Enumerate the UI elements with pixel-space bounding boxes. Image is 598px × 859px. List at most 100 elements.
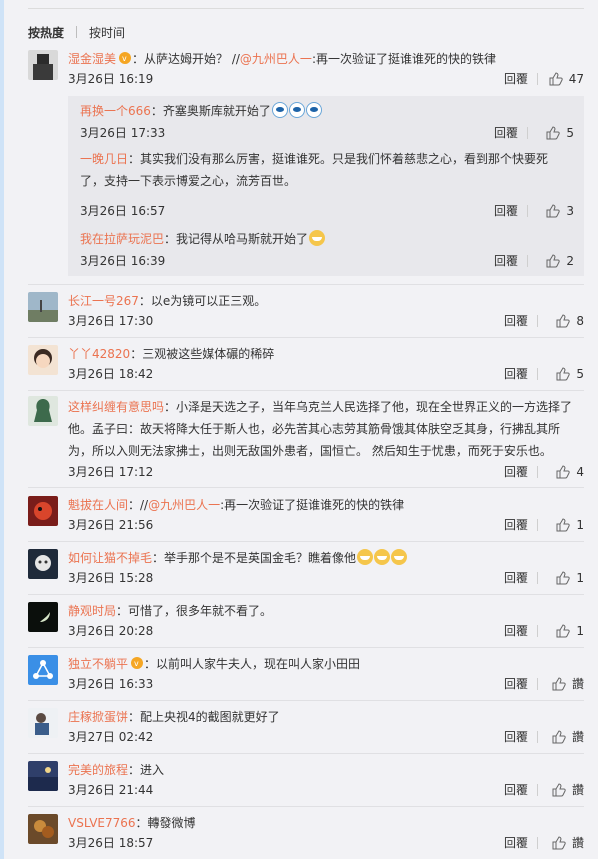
reply-button[interactable]: 回覆 (494, 124, 518, 142)
like-count: 1 (576, 571, 584, 585)
avatar[interactable] (28, 345, 58, 375)
avatar[interactable] (28, 708, 58, 738)
username[interactable]: 静观时局 (68, 604, 116, 618)
emoji-icon (305, 102, 322, 118)
username[interactable]: 一晚几日 (80, 152, 128, 166)
comment-item: 完美的旅程：进入 3月26日 21:44 回覆 讚 (28, 761, 584, 805)
like-button[interactable]: 5 (546, 124, 574, 142)
username[interactable]: 长江一号267 (68, 294, 139, 308)
like-button[interactable]: 1 (556, 569, 584, 587)
avatar[interactable] (28, 549, 58, 579)
comment-body: ：从萨达姆开始？ // (132, 52, 240, 66)
username[interactable]: 我在拉萨玩泥巴 (80, 232, 164, 246)
meta-divider (537, 73, 538, 85)
like-button[interactable]: 3 (546, 202, 574, 220)
comment-body: ：举手那个是不是英国金毛？瞧着像他 (152, 551, 357, 565)
username[interactable]: 庄稼掀蛋饼 (68, 710, 128, 724)
sort-by-time-tab[interactable]: 按时间 (89, 24, 125, 41)
reply-button[interactable]: 回覆 (504, 675, 528, 693)
avatar[interactable] (28, 655, 58, 685)
avatar[interactable] (28, 292, 58, 322)
like-button[interactable]: 讚 (552, 781, 584, 799)
like-button[interactable]: 47 (549, 70, 584, 88)
username[interactable]: 再换一个666 (80, 104, 151, 118)
comment-meta: 3月26日 18:42 回覆 5 (68, 365, 584, 383)
meta-divider (537, 466, 538, 478)
reply-button[interactable]: 回覆 (494, 202, 518, 220)
like-button[interactable]: 8 (556, 312, 584, 330)
username[interactable]: 魁拔在人间 (68, 498, 128, 512)
username[interactable]: VSLVE7766 (68, 816, 136, 830)
comment-text: 庄稼掀蛋饼：配上央视4的截图就更好了 (68, 708, 584, 726)
reply-item: 再换一个666：齐塞奥斯库就开始了 3月26日 17:33 回覆 5 (80, 102, 574, 142)
reply-button[interactable]: 回覆 (504, 834, 528, 852)
like-button[interactable]: 讚 (552, 834, 584, 852)
comment-meta: 3月26日 21:44 回覆 讚 (68, 781, 584, 799)
like-button[interactable]: 1 (556, 516, 584, 534)
reply-button[interactable]: 回覆 (504, 70, 528, 88)
timestamp: 3月26日 18:57 (68, 836, 154, 850)
reply-button[interactable]: 回覆 (494, 252, 518, 270)
avatar[interactable] (28, 814, 58, 844)
avatar[interactable] (28, 496, 58, 526)
avatar[interactable] (28, 761, 58, 791)
reply-text: 我在拉萨玩泥巴：我记得从哈马斯就开始了 (80, 230, 574, 248)
laugh-emoji-icon (357, 549, 374, 565)
timestamp: 3月26日 16:57 (80, 204, 166, 218)
reply-button[interactable]: 回覆 (504, 463, 528, 481)
username[interactable]: 丫丫42820 (68, 347, 130, 361)
reply-meta: 3月26日 16:39 回覆 2 (80, 252, 574, 270)
comment-item: 这样纠缠有意思吗：小泽是天选之子，当年乌克兰人民选择了他，现在全世界正义的一方选… (28, 396, 584, 484)
like-button[interactable]: 2 (546, 252, 574, 270)
avatar[interactable] (28, 602, 58, 632)
like-button[interactable]: 1 (556, 622, 584, 640)
sort-by-hot-tab[interactable]: 按热度 (28, 24, 64, 41)
comment-body: ：进入 (128, 763, 165, 777)
comment-item: 静观时局：可惜了，很多年就不看了。 3月26日 20:28 回覆 1 (28, 602, 584, 646)
comment-item: 庄稼掀蛋饼：配上央视4的截图就更好了 3月27日 02:42 回覆 讚 (28, 708, 584, 752)
like-button[interactable]: 5 (556, 365, 584, 383)
like-label: 讚 (571, 677, 584, 691)
reply-button[interactable]: 回覆 (504, 365, 528, 383)
comment-item: 独立不躺平 v ：以前叫人家牛夫人，现在叫人家小田田 3月26日 16:33 回覆 … (28, 655, 584, 699)
comment-meta: 3月26日 17:30 回覆 8 (68, 312, 584, 330)
like-button[interactable]: 讚 (552, 675, 584, 693)
thumbs-up-icon (552, 783, 566, 797)
like-count: 3 (566, 204, 574, 218)
comment-text: 魁拔在人间：//@九州巴人一:再一次验证了挺谁谁死的快的铁律 (68, 496, 584, 514)
avatar[interactable] (28, 396, 58, 426)
reply-button[interactable]: 回覆 (504, 569, 528, 587)
username[interactable]: 这样纠缠有意思吗 (68, 400, 164, 414)
comment-meta: 3月26日 21:56 回覆 1 (68, 516, 584, 534)
mention-link[interactable]: @九州巴人一 (240, 52, 312, 66)
avatar[interactable] (28, 50, 58, 80)
comment-body: ：轉發微博 (135, 816, 196, 830)
thumbs-up-icon (556, 367, 571, 381)
like-button[interactable]: 4 (556, 463, 584, 481)
timestamp: 3月26日 21:44 (68, 783, 154, 797)
timestamp: 3月26日 17:33 (80, 126, 166, 140)
username[interactable]: 独立不躺平 (68, 657, 128, 671)
comment-meta: 3月26日 20:28 回覆 1 (68, 622, 584, 640)
comment-text: VSLVE7766：轉發微博 (68, 814, 584, 832)
like-count: 4 (576, 465, 584, 479)
username[interactable]: 如何让猫不掉毛 (68, 551, 152, 565)
like-count: 47 (568, 72, 584, 86)
comment-meta: 3月26日 16:19 回覆 47 (68, 70, 584, 88)
reply-button[interactable]: 回覆 (504, 622, 528, 640)
comment-item: 魁拔在人间：//@九州巴人一:再一次验证了挺谁谁死的快的铁律 3月26日 21:… (28, 496, 584, 540)
comment-text: 独立不躺平 v ：以前叫人家牛夫人，现在叫人家小田田 (68, 655, 584, 673)
reply-button[interactable]: 回覆 (504, 728, 528, 746)
mention-link[interactable]: @九州巴人一 (148, 498, 220, 512)
reply-button[interactable]: 回覆 (504, 781, 528, 799)
laugh-emoji-icon (391, 549, 408, 565)
replies-box: 再换一个666：齐塞奥斯库就开始了 3月26日 17:33 回覆 5 一晚几日：… (68, 96, 584, 276)
like-label: 讚 (571, 783, 584, 797)
reply-button[interactable]: 回覆 (504, 516, 528, 534)
divider (28, 284, 584, 285)
comment-text: 如何让猫不掉毛：举手那个是不是英国金毛？瞧着像他 (68, 549, 584, 567)
username[interactable]: 完美的旅程 (68, 763, 128, 777)
like-button[interactable]: 讚 (552, 728, 584, 746)
username[interactable]: 湿金湿美 (68, 52, 116, 66)
reply-button[interactable]: 回覆 (504, 312, 528, 330)
